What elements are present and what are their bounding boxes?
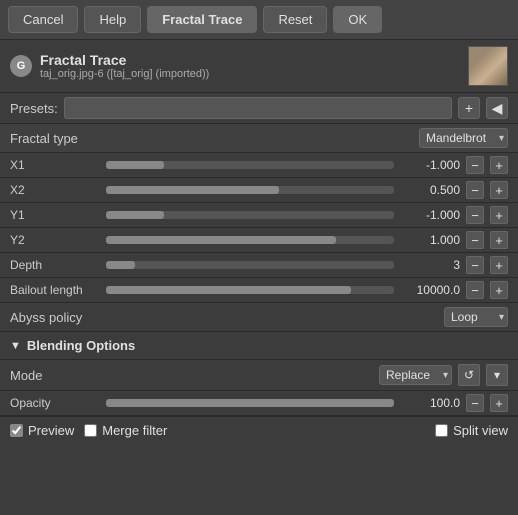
fractal-type-label: Fractal type [10, 131, 419, 146]
slider-y1[interactable] [106, 211, 394, 219]
mode-select-wrap: Replace Normal Multiply Screen [379, 365, 452, 385]
preset-add-button[interactable]: + [458, 97, 480, 119]
minus-depth[interactable]: − [466, 256, 484, 274]
gimp-icon: G [10, 55, 32, 77]
slider-row-x1: X1 -1.000 − + [0, 153, 518, 178]
label-x2: X2 [10, 183, 100, 197]
value-y2: 1.000 [400, 233, 460, 247]
value-x2: 0.500 [400, 183, 460, 197]
filter-title-block: Fractal Trace taj_orig.jpg-6 ([taj_orig]… [40, 52, 468, 80]
filter-subtitle: taj_orig.jpg-6 ([taj_orig] (imported)) [40, 68, 468, 80]
plus-x2[interactable]: + [490, 181, 508, 199]
value-x1: -1.000 [400, 158, 460, 172]
opacity-label: Opacity [10, 396, 100, 410]
value-depth: 3 [400, 258, 460, 272]
label-depth: Depth [10, 258, 100, 272]
fill-bailout [106, 286, 351, 294]
help-button[interactable]: Help [84, 6, 141, 33]
blending-header[interactable]: ▼ Blending Options [0, 332, 518, 360]
presets-select[interactable] [64, 97, 452, 119]
slider-row-y2: Y2 1.000 − + [0, 228, 518, 253]
preview-thumbnail [468, 46, 508, 86]
bottom-bar: Preview Merge filter Split view [0, 416, 518, 444]
opacity-value: 100.0 [400, 396, 460, 410]
mode-row: Mode Replace Normal Multiply Screen ↺ ▾ [0, 360, 518, 391]
fill-depth [106, 261, 135, 269]
blending-label: Blending Options [27, 338, 135, 353]
label-y2: Y2 [10, 233, 100, 247]
abyss-select[interactable]: Loop Smear Black Wrap [444, 307, 508, 327]
slider-row-y1: Y1 -1.000 − + [0, 203, 518, 228]
fractal-type-select[interactable]: Mandelbrot Julia [419, 128, 508, 148]
preview-checkbox[interactable] [10, 424, 23, 437]
fill-y1 [106, 211, 164, 219]
fill-y2 [106, 236, 336, 244]
plus-bailout[interactable]: + [490, 281, 508, 299]
abyss-label: Abyss policy [10, 310, 438, 325]
abyss-row: Abyss policy Loop Smear Black Wrap [0, 303, 518, 332]
opacity-row: Opacity 100.0 − + [0, 391, 518, 416]
opacity-fill [106, 399, 394, 407]
merge-filter-label[interactable]: Merge filter [84, 423, 167, 438]
reset-button[interactable]: Reset [263, 6, 327, 33]
slider-x1[interactable] [106, 161, 394, 169]
mode-more-icon[interactable]: ▾ [486, 364, 508, 386]
preview-label[interactable]: Preview [10, 423, 74, 438]
fractal-type-row: Fractal type Mandelbrot Julia [0, 124, 518, 153]
toolbar: Cancel Help Fractal Trace Reset OK [0, 0, 518, 40]
value-y1: -1.000 [400, 208, 460, 222]
fill-x2 [106, 186, 279, 194]
split-view-checkbox[interactable] [435, 424, 448, 437]
preset-remove-button[interactable]: ◀ [486, 97, 508, 119]
plus-y1[interactable]: + [490, 206, 508, 224]
slider-rows: X1 -1.000 − + X2 0.500 − + Y1 -1.000 − +… [0, 153, 518, 303]
plus-y2[interactable]: + [490, 231, 508, 249]
opacity-minus-button[interactable]: − [466, 394, 484, 412]
minus-y2[interactable]: − [466, 231, 484, 249]
value-bailout: 10000.0 [400, 283, 460, 297]
slider-x2[interactable] [106, 186, 394, 194]
mode-label: Mode [10, 368, 373, 383]
mode-reset-icon[interactable]: ↺ [458, 364, 480, 386]
presets-row: Presets: + ◀ [0, 93, 518, 124]
cancel-button[interactable]: Cancel [8, 6, 78, 33]
fractal-type-select-wrap: Mandelbrot Julia [419, 128, 508, 148]
minus-x2[interactable]: − [466, 181, 484, 199]
label-x1: X1 [10, 158, 100, 172]
slider-depth[interactable] [106, 261, 394, 269]
presets-label: Presets: [10, 101, 58, 116]
slider-row-x2: X2 0.500 − + [0, 178, 518, 203]
slider-y2[interactable] [106, 236, 394, 244]
filter-title: Fractal Trace [40, 52, 468, 68]
filter-title-button: Fractal Trace [147, 6, 257, 33]
label-bailout: Bailout length [10, 283, 100, 297]
merge-filter-checkbox[interactable] [84, 424, 97, 437]
plus-depth[interactable]: + [490, 256, 508, 274]
abyss-select-wrap: Loop Smear Black Wrap [444, 307, 508, 327]
filter-header: G Fractal Trace taj_orig.jpg-6 ([taj_ori… [0, 40, 518, 93]
slider-row-bailout: Bailout length 10000.0 − + [0, 278, 518, 303]
mode-select[interactable]: Replace Normal Multiply Screen [379, 365, 452, 385]
blending-chevron-icon: ▼ [10, 340, 21, 352]
minus-y1[interactable]: − [466, 206, 484, 224]
plus-x1[interactable]: + [490, 156, 508, 174]
minus-x1[interactable]: − [466, 156, 484, 174]
blending-content: Mode Replace Normal Multiply Screen ↺ ▾ … [0, 360, 518, 416]
fill-x1 [106, 161, 164, 169]
label-y1: Y1 [10, 208, 100, 222]
minus-bailout[interactable]: − [466, 281, 484, 299]
slider-bailout[interactable] [106, 286, 394, 294]
opacity-plus-button[interactable]: + [490, 394, 508, 412]
ok-button[interactable]: OK [333, 6, 382, 33]
slider-row-depth: Depth 3 − + [0, 253, 518, 278]
opacity-slider[interactable] [106, 399, 394, 407]
split-view-label[interactable]: Split view [435, 423, 508, 438]
